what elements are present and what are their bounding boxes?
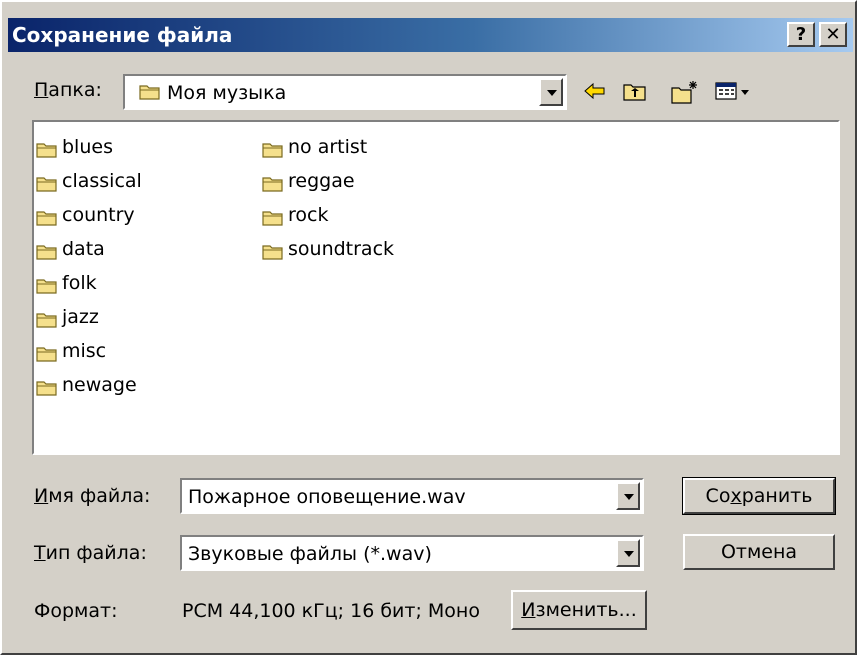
folder-value: Моя музыка [167,82,287,104]
title-bar: Сохранение файла ? ✕ [8,18,853,52]
filename-label: Имя файла: [34,485,151,507]
new-folder-icon[interactable] [670,78,700,106]
folder-dropdown-arrow[interactable] [539,78,563,106]
up-folder-icon[interactable] [622,78,650,106]
folder-icon [36,240,58,270]
save-file-dialog: Сохранение файла ? ✕ Папка: Моя музыка b… [0,0,857,655]
cancel-button[interactable]: Отмена [683,534,835,570]
folder-icon [36,172,58,202]
close-button[interactable]: ✕ [819,22,847,47]
file-name: no artist [288,136,368,158]
filename-dropdown-arrow[interactable] [616,482,640,510]
file-name: misc [62,340,107,362]
filetype-label: Тип файла: [34,542,147,564]
format-value: PCM 44,100 кГц; 16 бит; Моно [182,600,480,622]
file-name: soundtrack [288,238,395,260]
file-name: classical [62,170,142,192]
filename-value: Пожарное оповещение.wav [188,486,466,508]
folder-icon [36,138,58,168]
file-list[interactable]: blues classical country data folk jazz m… [32,120,840,455]
folder-icon [36,342,58,372]
file-name: blues [62,136,113,158]
folder-icon [36,376,58,406]
folder-icon [36,206,58,236]
format-label: Формат: [34,600,118,622]
folder-icon [36,274,58,304]
window-title: Сохранение файла [12,23,233,47]
filename-input[interactable]: Пожарное оповещение.wav [180,478,644,514]
folder-icon [36,308,58,338]
help-icon: ? [795,24,807,45]
folder-icon [262,172,284,202]
filetype-dropdown-arrow[interactable] [616,539,640,567]
help-button[interactable]: ? [787,22,815,47]
folder-icon [262,206,284,236]
file-name: folk [62,272,97,294]
folder-icon [262,138,284,168]
folder-icon [139,83,161,106]
filetype-select[interactable]: Звуковые файлы (*.wav) [180,535,644,571]
file-name: rock [288,204,329,226]
view-menu-icon[interactable] [714,78,754,106]
save-button[interactable]: Сохранить [682,477,836,515]
file-name: jazz [62,306,99,328]
close-icon: ✕ [825,24,841,45]
file-name: country [62,204,135,226]
file-name: data [62,238,105,260]
folder-icon [262,240,284,270]
change-format-button[interactable]: Изменить... [511,590,647,630]
folder-label: Папка: [34,79,102,101]
file-name: reggae [288,170,355,192]
folder-select[interactable]: Моя музыка [123,74,567,110]
file-name: newage [62,374,137,396]
filetype-value: Звуковые файлы (*.wav) [188,543,432,565]
back-arrow-icon[interactable] [582,78,610,106]
